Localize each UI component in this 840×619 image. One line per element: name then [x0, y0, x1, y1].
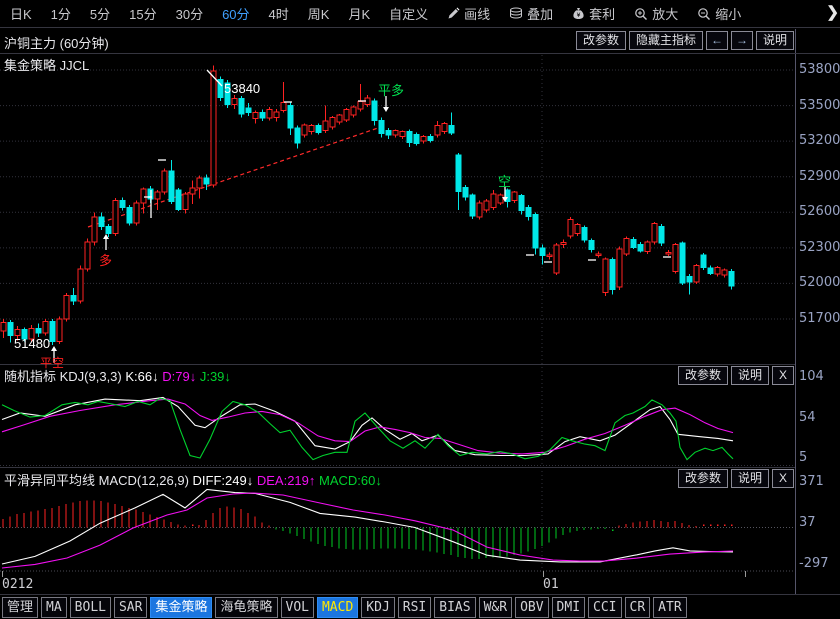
toolbar-item-label: 缩小	[715, 4, 741, 23]
macd-buttons: 改参数 说明 X	[678, 469, 794, 488]
toolbar-item-period-30min[interactable]: 30分	[176, 4, 203, 23]
symbol-bar: 沪铜主力 (60分钟) 改参数 隐藏主指标 ← → 说明	[0, 29, 840, 54]
toolbar-item-zoom-out[interactable]: 缩小	[697, 4, 741, 23]
tab-obv[interactable]: OBV	[515, 597, 548, 618]
tab-wr[interactable]: W&R	[479, 597, 512, 618]
toolbar-item-label: 叠加	[527, 4, 553, 23]
kdj-header: 随机指标 KDJ(9,3,3) K:66↓ D:79↓ J:39↓	[4, 366, 231, 385]
tab-ma[interactable]: MA	[41, 597, 67, 618]
tab-turtle-strategy[interactable]: 海龟策略	[215, 597, 277, 618]
tab-boll[interactable]: BOLL	[70, 597, 111, 618]
coins-icon	[509, 7, 523, 20]
toolbar-item-overlay[interactable]: 叠加	[509, 4, 553, 23]
zoom-in-icon	[634, 7, 648, 21]
toolbar-item-zoom-in[interactable]: 放大	[634, 4, 678, 23]
tab-macd[interactable]: MACD	[317, 597, 358, 618]
indicator-tab-bar: 管理MABOLLSAR集金策略海龟策略VOLMACDKDJRSIBIASW&RO…	[0, 594, 840, 619]
arrow-right-button[interactable]: →	[731, 31, 753, 50]
macd-diff-value: DIFF:249↓	[193, 473, 254, 488]
toolbar-item-draw-line[interactable]: 画线	[447, 4, 490, 23]
svg-text:¥: ¥	[577, 12, 581, 19]
macd-help-button[interactable]: 说明	[731, 469, 769, 488]
kdj-title: 随机指标 KDJ(9,3,3)	[4, 369, 122, 384]
strategy-label: 集金策略 JJCL	[4, 55, 89, 74]
macd-dea-value: DEA:219↑	[257, 473, 316, 488]
tab-bias[interactable]: BIAS	[434, 597, 475, 618]
candlestick-series	[1, 65, 734, 345]
toolbar-item-period-1min[interactable]: 1分	[51, 4, 71, 23]
kdj-d-value: D:79↓	[162, 369, 196, 384]
toolbar-item-period-60min[interactable]: 60分	[222, 4, 249, 23]
macd-macd-value: MACD:60↓	[319, 473, 382, 488]
long-signal: 多	[99, 250, 112, 269]
symbol-title: 沪铜主力 (60分钟)	[4, 33, 109, 52]
hide-main-indicator-button[interactable]: 隐藏主指标	[629, 31, 703, 50]
top-toolbar: 日K 1分 5分 15分 30分 60分 4时周K 月K 自定义 画线 叠加 ¥ 套利 放大 缩小	[0, 0, 840, 28]
toolbar-item-label: 30分	[176, 4, 203, 23]
moneybag-icon: ¥	[572, 7, 585, 20]
tab-cci[interactable]: CCI	[588, 597, 621, 618]
high-price-label: 53840	[224, 81, 260, 96]
toolbar-item-label: 1分	[51, 4, 71, 23]
main-indicator-buttons: 改参数 隐藏主指标 ← → 说明	[576, 31, 794, 50]
close-short-signal: 平空	[40, 354, 64, 371]
kdj-k-value: K:66↓	[125, 369, 158, 384]
toolbar-item-period-week[interactable]: 周K	[308, 4, 330, 23]
low-price-label: 51480	[14, 336, 50, 351]
macd-close-button[interactable]: X	[772, 469, 794, 488]
macd-change-params-button[interactable]: 改参数	[678, 469, 728, 488]
signal-arrow-head	[51, 346, 57, 351]
trading-app-window: 日K 1分 5分 15分 30分 60分 4时周K 月K 自定义 画线 叠加 ¥ 套利 放大 缩小 ❯ 沪铜…	[0, 0, 840, 619]
toolbar-item-period-5min[interactable]: 5分	[90, 4, 110, 23]
toolbar-item-arbitrage[interactable]: ¥ 套利	[572, 4, 615, 23]
toolbar-item-period-15min[interactable]: 15分	[129, 4, 156, 23]
change-params-button[interactable]: 改参数	[576, 31, 626, 50]
toolbar-item-label: 4时	[269, 4, 289, 23]
kdj-close-button[interactable]: X	[772, 366, 794, 385]
tab-manage[interactable]: 管理	[2, 597, 38, 618]
toolbar-item-label: 月K	[348, 4, 370, 23]
tab-kdj[interactable]: KDJ	[361, 597, 394, 618]
signal-arrow-head	[383, 107, 389, 112]
toolbar-item-label: 放大	[652, 4, 678, 23]
kdj-buttons: 改参数 说明 X	[678, 366, 794, 385]
chevron-right-icon[interactable]: ❯	[826, 3, 839, 21]
tab-jijin-strategy[interactable]: 集金策略	[150, 597, 212, 618]
tab-rsi[interactable]: RSI	[398, 597, 431, 618]
toolbar-item-label: 日K	[10, 4, 32, 23]
toolbar-item-label: 周K	[308, 4, 330, 23]
arrow-left-button[interactable]: ←	[706, 31, 728, 50]
short-signal: 空	[498, 171, 511, 190]
signal-markers	[144, 70, 671, 262]
toolbar-item-label: 15分	[129, 4, 156, 23]
kdj-change-params-button[interactable]: 改参数	[678, 366, 728, 385]
toolbar-item-period-custom[interactable]: 自定义	[389, 4, 428, 23]
toolbar-item-label: 画线	[464, 4, 490, 23]
toolbar-item-period-4hour[interactable]: 4时	[269, 4, 289, 23]
chart-canvas	[0, 0, 840, 619]
toolbar-item-label: 套利	[589, 4, 615, 23]
toolbar-item-period-month[interactable]: 月K	[348, 4, 370, 23]
kdj-line-d	[2, 399, 733, 454]
zoom-out-icon	[697, 7, 711, 21]
kdj-help-button[interactable]: 说明	[731, 366, 769, 385]
toolbar-item-label: 自定义	[389, 4, 428, 23]
help-button[interactable]: 说明	[756, 31, 794, 50]
tab-dmi[interactable]: DMI	[552, 597, 585, 618]
toolbar-item-label: 5分	[90, 4, 110, 23]
macd-histogram	[3, 501, 732, 559]
pencil-icon	[447, 7, 460, 20]
tab-cr[interactable]: CR	[625, 597, 651, 618]
close-long-signal: 平多	[378, 80, 404, 99]
kdj-j-value: J:39↓	[200, 369, 231, 384]
macd-title: 平滑异同平均线 MACD(12,26,9)	[4, 473, 189, 488]
macd-line-diff	[2, 490, 733, 565]
tab-sar[interactable]: SAR	[114, 597, 147, 618]
tab-atr[interactable]: ATR	[653, 597, 686, 618]
tab-vol[interactable]: VOL	[281, 597, 314, 618]
macd-header: 平滑异同平均线 MACD(12,26,9) DIFF:249↓ DEA:219↑…	[4, 470, 382, 489]
toolbar-item-period-day[interactable]: 日K	[10, 4, 32, 23]
toolbar-item-label: 60分	[222, 4, 249, 23]
